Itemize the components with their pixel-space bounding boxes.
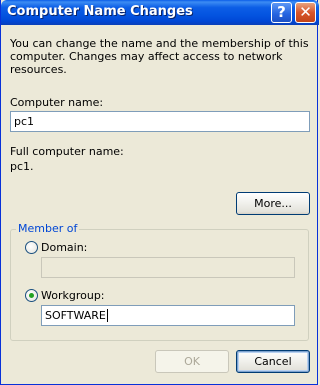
computer-name-label: Computer name:	[10, 96, 104, 109]
workgroup-label: Workgroup:	[41, 289, 105, 302]
intro-text: You can change the name and the membersh…	[10, 37, 309, 76]
more-button[interactable]: More...	[236, 192, 310, 215]
domain-input[interactable]	[41, 257, 295, 278]
workgroup-input[interactable]: SOFTWARE	[41, 305, 295, 326]
computer-name-input[interactable]: pc1	[10, 111, 310, 132]
window-title: Computer Name Changes	[7, 4, 193, 19]
ok-button[interactable]: OK	[155, 350, 229, 373]
close-icon[interactable]: ✕	[295, 2, 316, 23]
text-caret	[106, 309, 108, 322]
help-icon[interactable]: ?	[271, 2, 292, 23]
full-computer-name-label: Full computer name:	[10, 145, 124, 158]
workgroup-radio[interactable]	[25, 289, 38, 302]
member-of-label: Member of	[16, 222, 80, 235]
computer-name-changes-dialog: Computer Name Changes ? ✕ You can change…	[0, 0, 319, 385]
workgroup-value: SOFTWARE	[45, 309, 106, 322]
domain-radio[interactable]	[25, 241, 38, 254]
radio-selected-dot	[29, 293, 34, 298]
cancel-button[interactable]: Cancel	[236, 350, 310, 373]
full-computer-name-value: pc1.	[10, 160, 34, 173]
title-bar[interactable]: Computer Name Changes ? ✕	[1, 0, 319, 25]
domain-label: Domain:	[41, 241, 88, 254]
